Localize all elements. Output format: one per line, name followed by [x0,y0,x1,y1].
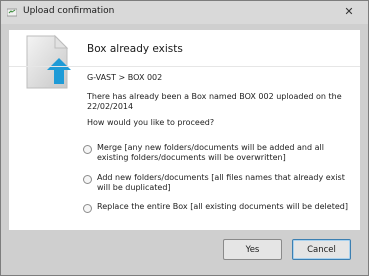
option-merge-label[interactable]: Merge [any new folders/documents will be… [97,143,353,163]
radio-add-new[interactable] [83,175,92,184]
dialog-heading: Box already exists [87,43,183,55]
yes-button[interactable]: Yes [223,239,282,260]
option-add-new[interactable]: Add new folders/documents [all files nam… [83,173,353,193]
close-icon: ✕ [344,5,354,18]
dialog-content: Box already exists G-VAST > BOX 002 Ther… [9,30,360,230]
title-bar[interactable]: Upload confirmation ✕ [1,1,368,24]
option-replace[interactable]: Replace the entire Box [all existing doc… [83,202,353,213]
dialog-question: How would you like to proceed? [87,118,215,127]
window-title: Upload confirmation [23,6,115,16]
option-replace-label[interactable]: Replace the entire Box [all existing doc… [97,202,348,212]
cancel-button[interactable]: Cancel [292,239,351,260]
breadcrumb-path: G-VAST > BOX 002 [87,73,163,82]
dialog-message: There has already been a Box named BOX 0… [87,92,342,111]
upload-confirmation-dialog: Upload confirmation ✕ Box already exists… [0,0,369,276]
app-icon [7,8,17,17]
radio-merge[interactable] [83,145,92,154]
radio-replace[interactable] [83,204,92,213]
heading-divider [9,66,360,67]
option-merge[interactable]: Merge [any new folders/documents will be… [83,143,353,163]
document-upload-icon [26,34,71,89]
option-add-new-label[interactable]: Add new folders/documents [all files nam… [97,173,353,193]
close-button[interactable]: ✕ [338,3,360,20]
